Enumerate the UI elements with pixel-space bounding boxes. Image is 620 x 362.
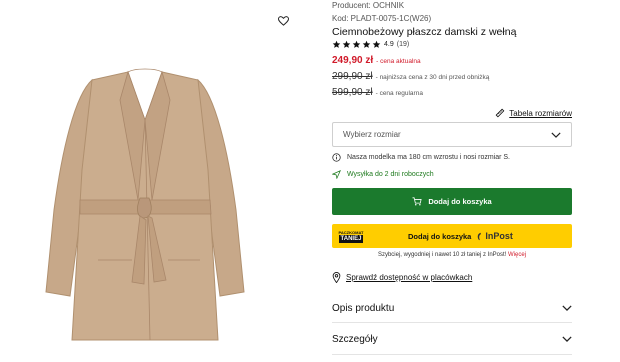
price-lowest-label: - najniższa cena z 30 dni przed obniżką — [375, 74, 490, 81]
model-info-text: Nasza modelka ma 180 cm wzrostu i nosi r… — [347, 154, 510, 161]
send-arrow-icon — [332, 170, 341, 179]
size-select-placeholder: Wybierz rozmiar — [343, 130, 401, 139]
price-regular-amount: 599,90 zł — [332, 87, 373, 98]
inpost-badge: PACZKOMAT TANIEJ — [336, 227, 366, 245]
chevron-down-icon — [551, 132, 561, 138]
accordion-description[interactable]: Opis produktu — [332, 293, 572, 323]
star-icon — [352, 40, 361, 48]
inpost-mark-icon — [478, 232, 482, 240]
inpost-more-link[interactable]: Więcej — [508, 252, 526, 258]
add-to-cart-button[interactable]: Dodaj do koszyka — [332, 188, 572, 215]
chevron-down-icon — [562, 305, 572, 311]
rating[interactable]: 4.9 (19) — [332, 40, 409, 49]
accordion-details[interactable]: Szczegóły — [332, 324, 572, 354]
ruler-icon — [495, 108, 505, 118]
accordion-details-label: Szczegóły — [332, 333, 378, 345]
cart-icon — [412, 197, 422, 206]
inpost-promo: Szybciej, wygodniej i nawet 10 zł taniej… — [332, 252, 572, 258]
accordion-description-label: Opis produktu — [332, 302, 395, 314]
inpost-logo: InPost — [476, 231, 513, 241]
heart-outline-icon — [277, 16, 289, 26]
info-icon — [332, 153, 341, 162]
inpost-promo-text: Szybciej, wygodniej i nawet 10 zł taniej… — [377, 252, 507, 258]
inpost-add-label: Dodaj do koszyka — [408, 231, 472, 241]
rating-value: 4.9 — [384, 41, 394, 48]
price-regular-label: - cena regularna — [375, 90, 423, 97]
price-current-label: - cena aktualna — [376, 58, 421, 65]
location-pin-icon — [332, 272, 341, 283]
inpost-brand: InPost — [485, 231, 513, 241]
product-title: Ciemnobeżowy płaszcz damski z wełną — [332, 26, 517, 38]
shipping-info-text: Wysyłka do 2 dni roboczych — [347, 171, 434, 178]
price-current: 249,90 zł - cena aktualna — [332, 55, 421, 66]
size-select[interactable]: Wybierz rozmiar — [332, 122, 572, 147]
store-availability-link[interactable]: Sprawdź dostępność w placówkach — [332, 272, 472, 283]
producer-label: Producent: OCHNIK — [332, 1, 405, 10]
wishlist-button[interactable] — [272, 10, 294, 32]
price-regular: 599,90 zł - cena regularna — [332, 87, 423, 98]
chevron-down-icon — [562, 336, 572, 342]
price-lowest-amount: 299,90 zł — [332, 71, 373, 82]
store-availability-label: Sprawdź dostępność w placówkach — [346, 273, 473, 282]
price-lowest: 299,90 zł - najniższa cena z 30 dni prze… — [332, 71, 489, 82]
rating-stars — [332, 40, 381, 49]
rating-count: (19) — [396, 41, 410, 48]
star-icon — [362, 40, 371, 48]
divider — [332, 322, 572, 323]
size-table-label: Tabela rozmiarów — [509, 108, 572, 118]
product-code: Kod: PLADT-0075-1C(W26) — [332, 14, 432, 23]
star-icon — [332, 40, 341, 48]
inpost-add-to-cart-button[interactable]: PACZKOMAT TANIEJ Dodaj do koszyka InPost — [332, 224, 572, 248]
star-icon — [342, 40, 351, 48]
price-current-amount: 249,90 zł — [332, 55, 374, 66]
inpost-badge-bottom: TANIEJ — [338, 234, 364, 243]
size-table-link[interactable]: Tabela rozmiarów — [495, 108, 572, 118]
add-to-cart-label: Dodaj do koszyka — [428, 197, 492, 206]
star-icon — [372, 40, 381, 48]
model-info: Nasza modelka ma 180 cm wzrostu i nosi r… — [332, 153, 510, 162]
shipping-info: Wysyłka do 2 dni roboczych — [332, 170, 434, 179]
divider — [332, 354, 572, 355]
product-image[interactable] — [40, 60, 250, 350]
product-gallery — [0, 0, 310, 362]
